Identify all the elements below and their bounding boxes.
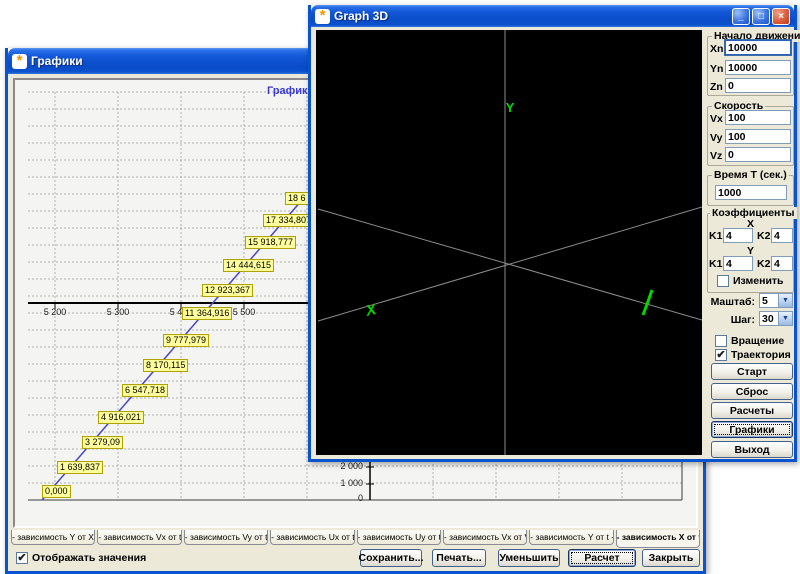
axis-label-y: Y <box>506 100 515 115</box>
graph3d-window-title: Graph 3D <box>334 9 388 23</box>
y-tick-label: 1 000 <box>319 478 363 488</box>
app-icon: * <box>12 54 27 69</box>
z-axis-marker <box>643 290 652 315</box>
data-point-label: 8 170,115 <box>143 359 188 372</box>
reduce-button[interactable]: Уменьшить <box>498 549 560 567</box>
xn-field[interactable] <box>725 40 791 55</box>
scale-value: 5 <box>760 294 778 307</box>
close-button[interactable]: × <box>772 8 790 25</box>
checkbox-box[interactable]: ✔ <box>16 552 28 564</box>
plot3d-canvas[interactable]: Y X <box>316 30 702 455</box>
vy-label: Vy <box>710 132 722 144</box>
calcs-button[interactable]: Расчеты <box>711 402 793 419</box>
scale-combo[interactable]: 5 ▼ <box>759 293 793 308</box>
graph3d-client-area: Y X Начало движения Xn Yn Zn Скорость Vx… <box>311 27 794 459</box>
chevron-down-icon[interactable]: ▼ <box>778 294 792 307</box>
maximize-button[interactable]: □ <box>752 8 770 25</box>
calc-button[interactable]: Расчет <box>568 549 636 567</box>
k2y-label: K2 <box>757 258 770 270</box>
data-point-label: 6 547,718 <box>122 384 168 397</box>
exit-button[interactable]: Выход <box>711 441 793 458</box>
graph3d-titlebar[interactable]: * Graph 3D _ □ × <box>311 5 794 27</box>
checkbox-label: Траектория <box>731 349 791 361</box>
k2y-field[interactable] <box>771 256 793 271</box>
x-tick-label: 5 500 <box>233 307 256 317</box>
app-icon: * <box>315 9 330 24</box>
tab-uy-ot-t[interactable]: - зависимость Uy от t <box>357 530 441 545</box>
data-point-label: 17 334,807 <box>263 214 314 227</box>
xn-label: Xn <box>710 43 723 55</box>
vz-label: Vz <box>710 150 722 162</box>
k1y-field[interactable] <box>723 256 753 271</box>
graphs-button[interactable]: Графики <box>711 421 793 438</box>
data-point-label: 9 777,979 <box>163 334 209 347</box>
checkbox-box[interactable]: ✔ <box>715 349 727 361</box>
vx-label: Vx <box>710 113 723 125</box>
y-tick-label: 2 000 <box>319 461 363 471</box>
tab-x-ot-t[interactable]: - зависимость X от t - <box>616 530 700 548</box>
zn-field[interactable] <box>725 78 791 93</box>
tab-y-ot-x[interactable]: - зависимость Y от X - <box>11 530 95 545</box>
vy-field[interactable] <box>725 129 791 144</box>
data-point-label: 15 918,777 <box>245 236 296 249</box>
change-checkbox[interactable]: Изменить <box>717 275 784 287</box>
minimize-button[interactable]: _ <box>732 8 750 25</box>
show-values-checkbox[interactable]: ✔ Отображать значения <box>16 552 146 564</box>
step-value: 30 <box>760 312 778 325</box>
trajectory-checkbox[interactable]: ✔ Траектория <box>715 349 791 361</box>
k1y-label: K1 <box>709 258 722 270</box>
z-axis-line <box>318 209 702 320</box>
titlebar-buttons: _ □ × <box>732 8 790 25</box>
checkbox-box[interactable] <box>715 335 727 347</box>
tab-vy-ot-t[interactable]: - зависимость Vy от t - <box>184 530 268 545</box>
print-button[interactable]: Печать... <box>432 549 486 567</box>
step-combo[interactable]: 30 ▼ <box>759 311 793 326</box>
tab-ux-ot-t[interactable]: - зависимость Ux от t - <box>270 530 354 545</box>
data-point-label: 1 639,837 <box>57 461 103 474</box>
y-tick-label: 0 <box>319 493 363 503</box>
rotation-checkbox[interactable]: Вращение <box>715 335 784 347</box>
scale-label: Маштаб: <box>703 296 755 308</box>
checkbox-label: Вращение <box>731 335 784 347</box>
data-point-label: 12 923,367 <box>202 284 253 297</box>
graph3d-window: * Graph 3D _ □ × Y X Начало движения Xn … <box>308 5 797 462</box>
tab-vx-ot-vy[interactable]: - зависимость Vx от Vy - <box>443 530 527 545</box>
zn-label: Zn <box>710 81 723 93</box>
k2x-field[interactable] <box>771 228 793 243</box>
plot3d-axes: Y X <box>316 30 702 455</box>
k1x-label: K1 <box>709 230 722 242</box>
start-button[interactable]: Старт <box>711 363 793 380</box>
close-window-button[interactable]: Закрыть <box>642 549 700 567</box>
x-tick-label: 5 300 <box>107 307 130 317</box>
checkbox-label: Изменить <box>733 275 784 287</box>
graphs-window-title: Графики <box>31 54 83 68</box>
data-point-label: 3 279,09 <box>82 436 123 449</box>
checkbox-box[interactable] <box>717 275 729 287</box>
step-label: Шаг: <box>703 314 755 326</box>
k1x-field[interactable] <box>723 228 753 243</box>
tab-vx-ot-t[interactable]: - зависимость Vx от t - <box>97 530 181 545</box>
time-group-title: Время Т (сек.) <box>712 169 789 181</box>
checkbox-label: Отображать значения <box>32 552 146 564</box>
tab-strip: - зависимость Y от X - - зависимость Vx … <box>11 530 700 549</box>
chart-title: График <box>267 85 308 97</box>
x-tick-label: 5 200 <box>44 307 67 317</box>
k2x-label: K2 <box>757 230 770 242</box>
reset-button[interactable]: Сброс <box>711 383 793 400</box>
data-point-label: 11 364,916 <box>182 307 232 320</box>
data-point-label: 14 444,615 <box>223 259 274 272</box>
tab-y-ot-t[interactable]: - зависимость Y от t - <box>529 530 613 545</box>
yn-label: Yn <box>710 63 723 75</box>
chevron-down-icon[interactable]: ▼ <box>778 312 792 325</box>
data-point-label: 0,000 <box>42 485 71 498</box>
vx-field[interactable] <box>725 110 791 125</box>
time-field[interactable] <box>715 185 787 200</box>
vz-field[interactable] <box>725 147 791 162</box>
yn-field[interactable] <box>725 60 791 75</box>
data-point-label: 4 916,021 <box>98 411 144 424</box>
save-button[interactable]: Сохранить... <box>360 549 422 567</box>
